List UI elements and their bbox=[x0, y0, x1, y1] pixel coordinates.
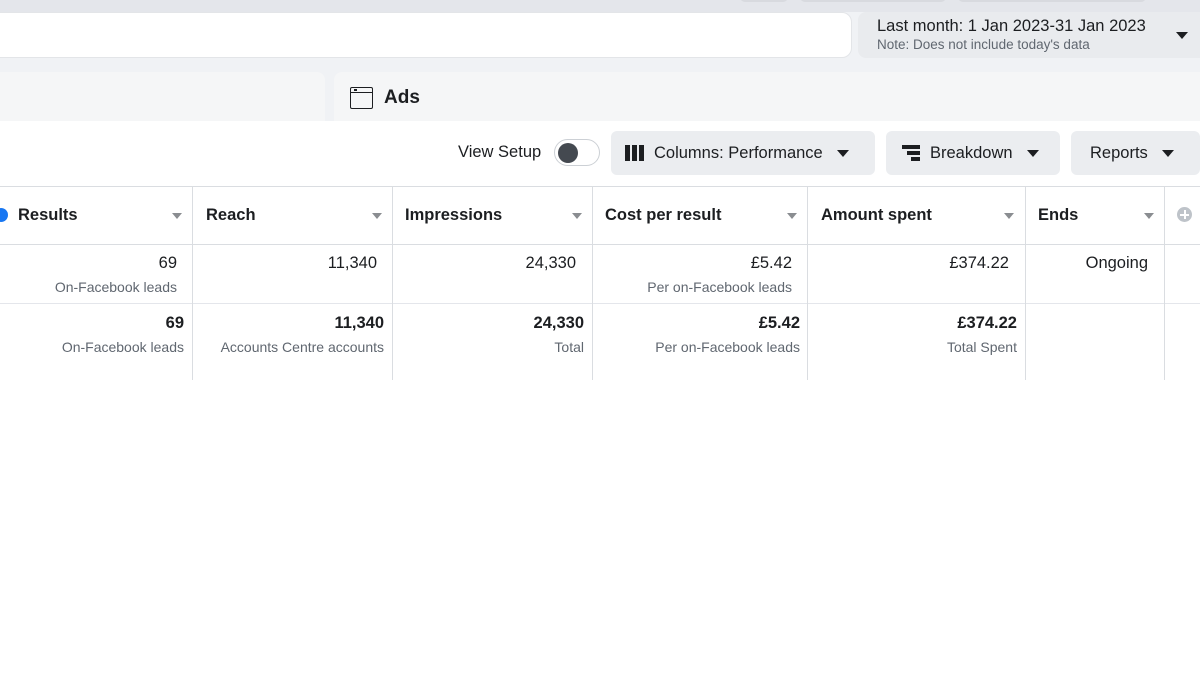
columns-button-label: Columns: Performance bbox=[654, 143, 823, 162]
reach-total-cell: 11,340 Accounts Centre accounts bbox=[221, 313, 384, 356]
impressions-total-subtext: Total bbox=[554, 339, 584, 355]
toggle-knob bbox=[558, 143, 578, 163]
table-top-border bbox=[0, 186, 1200, 187]
chevron-down-icon bbox=[836, 149, 849, 157]
reach-cell: 11,340 bbox=[328, 253, 377, 273]
sort-caret-icon[interactable] bbox=[1144, 213, 1154, 219]
column-header-ends[interactable]: Ends bbox=[1038, 187, 1078, 244]
main-panel bbox=[0, 121, 1200, 675]
top-tab[interactable] bbox=[800, 0, 946, 2]
date-range-picker[interactable]: Last month: 1 Jan 2023-31 Jan 2023 Note:… bbox=[858, 12, 1200, 58]
amount-spent-total-subtext: Total Spent bbox=[946, 339, 1017, 355]
ad-window-icon bbox=[350, 87, 373, 109]
column-divider bbox=[592, 187, 593, 380]
ends-cell: Ongoing bbox=[1086, 253, 1148, 273]
view-setup-toggle[interactable] bbox=[554, 139, 600, 166]
impressions-total-cell: 24,330 Total bbox=[534, 313, 584, 356]
column-header-amount-spent[interactable]: Amount spent bbox=[821, 187, 932, 244]
column-header-impressions[interactable]: Impressions bbox=[405, 187, 502, 244]
sort-caret-icon[interactable] bbox=[1004, 213, 1014, 219]
sort-caret-icon[interactable] bbox=[372, 213, 382, 219]
tab-ads-label: Ads bbox=[384, 87, 420, 108]
breakdown-button-label: Breakdown bbox=[930, 143, 1013, 162]
impressions-total-value: 24,330 bbox=[533, 314, 584, 332]
columns-icon bbox=[625, 145, 644, 161]
top-strip bbox=[0, 0, 1200, 12]
breakdown-button[interactable]: Breakdown bbox=[886, 131, 1060, 175]
columns-button[interactable]: Columns: Performance bbox=[611, 131, 875, 175]
row-divider bbox=[0, 303, 1200, 304]
chevron-down-icon bbox=[1026, 149, 1039, 157]
reach-total-value: 11,340 bbox=[334, 314, 384, 332]
results-total-subtext: On-Facebook leads bbox=[61, 339, 184, 355]
cost-per-result-total-subtext: Per on-Facebook leads bbox=[655, 339, 800, 355]
reports-button-label: Reports bbox=[1090, 143, 1148, 162]
cost-per-result-value: £5.42 bbox=[750, 254, 792, 272]
cost-per-result-cell: £5.42 Per on-Facebook leads bbox=[647, 253, 792, 296]
search-filter-bar[interactable] bbox=[0, 12, 852, 58]
results-subtext: On-Facebook leads bbox=[54, 279, 177, 295]
reach-value: 11,340 bbox=[327, 254, 377, 272]
tab-ad-sets[interactable] bbox=[0, 72, 325, 124]
date-range-note: Note: Does not include today's data bbox=[877, 37, 1090, 52]
chevron-down-icon bbox=[1161, 149, 1174, 157]
amount-spent-total-cell: £374.22 Total Spent bbox=[947, 313, 1017, 356]
cost-per-result-total-value: £5.42 bbox=[758, 314, 800, 332]
column-divider bbox=[392, 187, 393, 380]
column-divider bbox=[1164, 187, 1165, 380]
top-tab[interactable] bbox=[740, 0, 788, 2]
add-column-icon[interactable] bbox=[1177, 207, 1192, 222]
cost-per-result-total-cell: £5.42 Per on-Facebook leads bbox=[655, 313, 800, 356]
amount-spent-cell: £374.22 bbox=[949, 253, 1009, 273]
column-divider bbox=[1025, 187, 1026, 380]
amount-spent-total-value: £374.22 bbox=[957, 314, 1017, 332]
chevron-down-icon bbox=[1176, 32, 1188, 39]
results-total-cell: 69 On-Facebook leads bbox=[62, 313, 184, 356]
impressions-value: 24,330 bbox=[525, 254, 576, 272]
reach-total-subtext: Accounts Centre accounts bbox=[220, 339, 384, 355]
column-header-reach[interactable]: Reach bbox=[206, 187, 256, 244]
results-total-value: 69 bbox=[165, 314, 184, 332]
header-divider bbox=[0, 244, 1200, 245]
results-cell: 69 On-Facebook leads bbox=[55, 253, 177, 296]
column-header-cost-per-result[interactable]: Cost per result bbox=[605, 187, 721, 244]
top-tab[interactable] bbox=[958, 0, 1146, 2]
tab-ads[interactable]: Ads bbox=[334, 72, 1200, 124]
sort-caret-icon[interactable] bbox=[787, 213, 797, 219]
amount-spent-value: £374.22 bbox=[949, 254, 1009, 272]
column-divider bbox=[192, 187, 193, 380]
reports-button[interactable]: Reports bbox=[1071, 131, 1200, 175]
column-header-results[interactable]: Results bbox=[18, 187, 78, 244]
view-setup-label: View Setup bbox=[458, 143, 542, 161]
sort-caret-icon[interactable] bbox=[572, 213, 582, 219]
results-value: 69 bbox=[158, 254, 177, 272]
column-divider bbox=[807, 187, 808, 380]
cost-per-result-subtext: Per on-Facebook leads bbox=[647, 279, 792, 295]
breakdown-icon bbox=[902, 145, 920, 161]
date-range-label: Last month: 1 Jan 2023-31 Jan 2023 bbox=[877, 17, 1146, 35]
sort-caret-icon[interactable] bbox=[172, 213, 182, 219]
ends-value: Ongoing bbox=[1085, 254, 1148, 272]
impressions-cell: 24,330 bbox=[526, 253, 576, 273]
